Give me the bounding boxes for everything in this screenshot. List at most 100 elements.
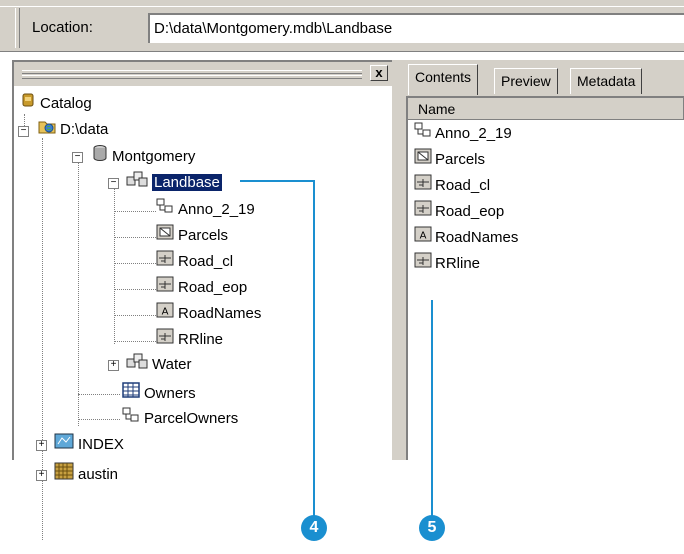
tree-item-water[interactable]: Water bbox=[126, 352, 191, 376]
tab-preview[interactable]: Preview bbox=[494, 68, 558, 94]
tree-label: RRline bbox=[178, 331, 224, 348]
tree-item-catalog[interactable]: Catalog bbox=[20, 92, 92, 116]
line-feature-icon bbox=[156, 328, 174, 352]
tree-connector bbox=[114, 315, 156, 316]
tree-connector bbox=[114, 186, 115, 344]
expand-toggle[interactable]: + bbox=[36, 440, 47, 451]
tree-label: RoadNames bbox=[178, 305, 262, 322]
callout-badge-4: 4 bbox=[301, 515, 327, 541]
pane-grab-bar[interactable] bbox=[22, 70, 362, 74]
tab-strip: Contents Preview Metadata bbox=[404, 60, 684, 96]
list-item-label: Road_eop bbox=[435, 203, 505, 220]
list-item-road-eop[interactable]: Road_eop bbox=[414, 200, 504, 224]
tree-item-landbase[interactable]: Landbase bbox=[126, 170, 223, 196]
location-label: Location: bbox=[32, 19, 93, 36]
pane-grab-bar[interactable] bbox=[22, 75, 362, 79]
callout-badge-5: 5 bbox=[419, 515, 445, 541]
tree-connector bbox=[78, 419, 120, 420]
callout-leader bbox=[240, 180, 314, 182]
toolbar-highlight bbox=[0, 6, 684, 7]
contents-pane: Contents Preview Metadata Name Anno_2_19… bbox=[404, 60, 684, 460]
database-icon bbox=[92, 144, 108, 170]
location-input[interactable]: D:\data\Montgomery.mdb\Landbase bbox=[148, 13, 684, 43]
relationship-class-icon bbox=[122, 407, 140, 431]
feature-dataset-icon bbox=[126, 170, 148, 196]
tree-item-rrline[interactable]: RRline bbox=[156, 328, 223, 352]
tree-item-owners[interactable]: Owners bbox=[122, 382, 196, 406]
annotation-class-icon bbox=[414, 122, 432, 146]
tree-item-road-eop[interactable]: Road_eop bbox=[156, 276, 247, 300]
collapse-toggle[interactable]: − bbox=[72, 152, 83, 163]
tree-label: Parcels bbox=[178, 227, 229, 244]
tree-item-database[interactable]: Montgomery bbox=[92, 144, 195, 168]
tree-label: austin bbox=[78, 465, 119, 483]
svg-text:A: A bbox=[162, 307, 169, 318]
tree-connector bbox=[78, 162, 79, 426]
line-feature-icon bbox=[156, 276, 174, 300]
catalog-tree-pane: x Catalog − D:\data − Montgomery − Landb… bbox=[12, 60, 392, 540]
pane-splitter[interactable] bbox=[392, 60, 404, 460]
location-bar: Location: D:\data\Montgomery.mdb\Landbas… bbox=[0, 0, 684, 52]
table-icon bbox=[122, 382, 140, 406]
line-feature-icon bbox=[414, 174, 432, 198]
collapse-toggle[interactable]: − bbox=[108, 178, 119, 189]
tree-item-austin[interactable]: austin bbox=[54, 462, 118, 486]
tab-contents[interactable]: Contents bbox=[408, 64, 479, 95]
annotation-text-icon: A bbox=[414, 226, 432, 250]
line-feature-icon bbox=[414, 252, 432, 276]
list-item-road-cl[interactable]: Road_cl bbox=[414, 174, 490, 198]
expand-toggle[interactable]: + bbox=[108, 360, 119, 371]
expand-toggle[interactable]: + bbox=[36, 470, 47, 481]
tree-label: ParcelOwners bbox=[144, 410, 239, 427]
line-feature-icon bbox=[156, 250, 174, 274]
list-item-anno[interactable]: Anno_2_19 bbox=[414, 122, 512, 146]
folder-globe-icon bbox=[38, 118, 56, 142]
tree-item-anno[interactable]: Anno_2_19 bbox=[156, 198, 255, 222]
tree-connector bbox=[114, 289, 156, 290]
list-item-label: RRline bbox=[435, 255, 481, 272]
tree-connector bbox=[114, 211, 156, 212]
svg-text:A: A bbox=[420, 231, 427, 242]
tree-label: Road_cl bbox=[178, 253, 234, 270]
contents-list: Name Anno_2_19 Parcels Road_cl Road_eop … bbox=[406, 96, 684, 460]
tree-item-folder[interactable]: D:\data bbox=[38, 118, 108, 142]
collapse-toggle[interactable]: − bbox=[18, 126, 29, 137]
list-item-label: Road_cl bbox=[435, 177, 491, 194]
callout-leader bbox=[313, 180, 315, 518]
polygon-feature-icon bbox=[414, 148, 432, 172]
tree-connector bbox=[114, 341, 156, 342]
toolbar-shadow bbox=[0, 51, 684, 52]
list-item-label: Anno_2_19 bbox=[435, 125, 512, 142]
tree-label: Catalog bbox=[40, 95, 92, 112]
tree-pane-header[interactable]: x bbox=[14, 62, 392, 86]
tree-label: Water bbox=[152, 355, 192, 373]
raster-grid-icon bbox=[54, 462, 74, 488]
column-header-name[interactable]: Name bbox=[408, 98, 684, 120]
tree-item-roadnames[interactable]: A RoadNames bbox=[156, 302, 261, 326]
close-pane-button[interactable]: x bbox=[370, 65, 388, 81]
tree-label: INDEX bbox=[78, 435, 124, 453]
tab-metadata[interactable]: Metadata bbox=[570, 68, 643, 94]
callout-leader bbox=[431, 300, 433, 518]
tree-label: D:\data bbox=[60, 121, 109, 138]
tree-label: Montgomery bbox=[112, 147, 196, 165]
annotation-class-icon bbox=[156, 198, 174, 222]
tree-label-selected: Landbase bbox=[151, 172, 223, 192]
toolbar-grip[interactable] bbox=[15, 8, 20, 48]
tree-item-index[interactable]: INDEX bbox=[54, 432, 124, 456]
list-item-parcels[interactable]: Parcels bbox=[414, 148, 485, 172]
list-item-rrline[interactable]: RRline bbox=[414, 252, 480, 276]
tree-label: Anno_2_19 bbox=[178, 201, 255, 218]
line-feature-icon bbox=[414, 200, 432, 224]
tree-item-road-cl[interactable]: Road_cl bbox=[156, 250, 233, 274]
tree-label: Road_eop bbox=[178, 279, 248, 296]
tree-item-parcels[interactable]: Parcels bbox=[156, 224, 228, 248]
list-item-label: Parcels bbox=[435, 151, 486, 168]
list-item-roadnames[interactable]: A RoadNames bbox=[414, 226, 518, 250]
tree-connector bbox=[114, 263, 156, 264]
tree-item-parcelowners[interactable]: ParcelOwners bbox=[122, 407, 238, 431]
tree-label: Owners bbox=[144, 385, 196, 402]
catalog-icon bbox=[20, 92, 36, 116]
polygon-feature-icon bbox=[156, 224, 174, 248]
coverage-icon bbox=[54, 432, 74, 458]
